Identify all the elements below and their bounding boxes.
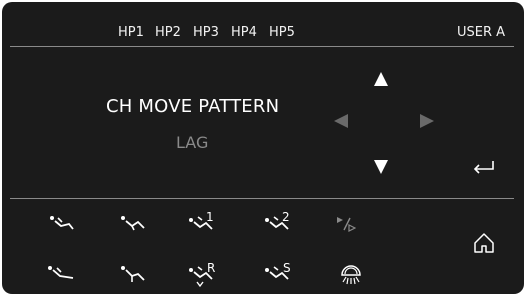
chair-position-1-icon[interactable] [49, 214, 75, 236]
arrow-down-button[interactable] [374, 160, 388, 174]
tab-hp3[interactable]: HP3 [193, 25, 219, 40]
enter-icon[interactable] [472, 159, 496, 175]
spittoon-position-label: S [283, 261, 291, 275]
chair-position-2-icon[interactable] [120, 214, 146, 236]
control-panel: HP1 HP2 HP3 HP4 HP5 USER A CH MOVE PATTE… [2, 2, 524, 294]
chair-recline-icon[interactable] [47, 264, 75, 284]
tab-hp2[interactable]: HP2 [155, 25, 181, 40]
arrow-up-button[interactable] [374, 72, 388, 86]
arrow-left-button[interactable] [334, 114, 348, 128]
arrow-right-button[interactable] [420, 114, 434, 128]
memory-1-icon[interactable]: 1 [188, 210, 220, 238]
page-title: CH MOVE PATTERN [106, 96, 280, 117]
footer-divider [10, 198, 514, 199]
pattern-value[interactable]: LAG [176, 133, 208, 152]
memory-1-label: 1 [206, 210, 214, 224]
return-position-label: R [207, 261, 215, 275]
spittoon-position-icon[interactable]: S [264, 260, 296, 290]
return-position-icon[interactable]: R [188, 260, 220, 290]
tab-hp5[interactable]: HP5 [269, 25, 295, 40]
memory-2-icon[interactable]: 2 [264, 210, 296, 238]
operating-light-icon[interactable] [339, 264, 363, 288]
chair-upright-icon[interactable] [120, 264, 148, 286]
step-forward-icon[interactable] [336, 216, 356, 232]
home-icon[interactable] [473, 232, 495, 254]
tab-hp4[interactable]: HP4 [231, 25, 257, 40]
tab-hp1[interactable]: HP1 [118, 25, 144, 40]
user-label[interactable]: USER A [457, 25, 505, 40]
memory-2-label: 2 [282, 210, 290, 224]
header-divider [10, 46, 514, 47]
